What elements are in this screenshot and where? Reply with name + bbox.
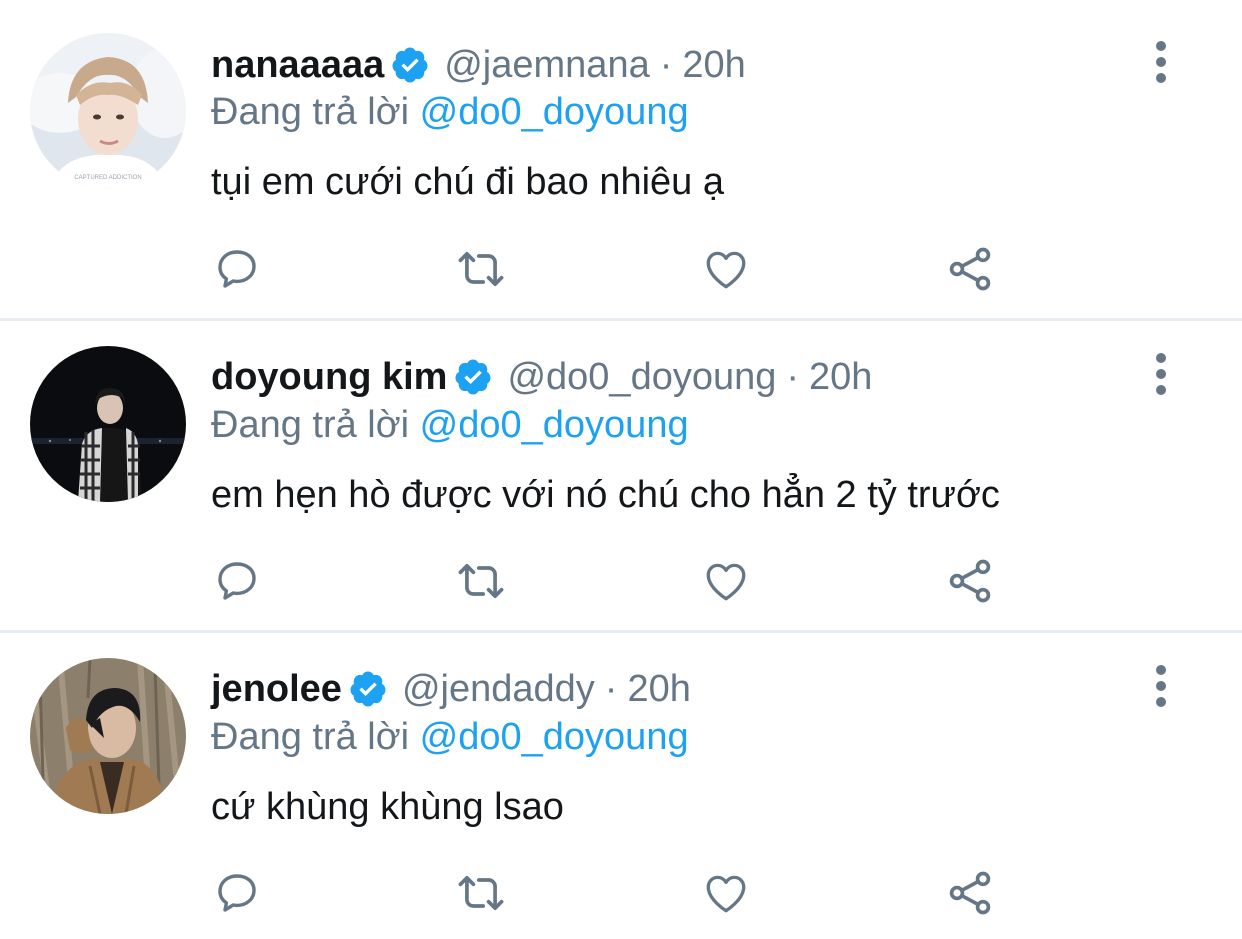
avatar-photo: CAPTURED ADDICTION (30, 33, 186, 189)
avatar[interactable] (30, 346, 186, 502)
reply-button[interactable] (211, 243, 263, 295)
mention-link[interactable]: @do0_doyoung (420, 404, 689, 446)
verified-badge-icon (348, 669, 388, 709)
more-options-button[interactable] (1145, 40, 1177, 84)
timestamp[interactable]: 20h (627, 668, 690, 711)
separator: · (604, 667, 618, 710)
share-button[interactable] (944, 555, 996, 607)
mention-link[interactable]: @do0_doyoung (420, 716, 689, 758)
avatar-watermark: CAPTURED ADDICTION (74, 175, 141, 181)
replying-label: Đang trả lời (211, 91, 410, 133)
more-vertical-icon (1156, 665, 1166, 707)
avatar-photo (30, 346, 186, 502)
replying-label: Đang trả lời (211, 404, 410, 446)
replying-to: Đang trả lời @do0_doyoung (211, 716, 689, 759)
tweet-text: em hẹn hò được với nó chú cho hẳn 2 tỷ t… (211, 474, 1000, 516)
timestamp[interactable]: 20h (682, 44, 745, 87)
share-button[interactable] (944, 867, 996, 919)
retweet-icon (458, 563, 504, 599)
more-options-button[interactable] (1145, 664, 1177, 708)
tweet-header: doyoung kim @do0_doyoung · 20h (211, 351, 872, 403)
user-handle[interactable]: @jendaddy (402, 668, 595, 711)
share-icon (949, 559, 991, 603)
share-icon (949, 871, 991, 915)
like-button[interactable] (700, 555, 752, 607)
timestamp[interactable]: 20h (809, 356, 872, 399)
tweet-text: tụi em cưới chú đi bao nhiêu ạ (211, 161, 724, 203)
separator: · (659, 43, 673, 86)
tweet-header: jenolee @jendaddy · 20h (211, 663, 691, 715)
retweet-icon (458, 875, 504, 911)
avatar[interactable]: CAPTURED ADDICTION (30, 33, 186, 189)
verified-badge-icon (453, 357, 493, 397)
verified-badge-icon (390, 45, 430, 85)
reply-bubble-icon (218, 562, 256, 600)
reply-button[interactable] (211, 555, 263, 607)
user-handle[interactable]: @do0_doyoung (507, 356, 776, 399)
display-name[interactable]: doyoung kim (211, 356, 447, 399)
heart-icon (706, 251, 746, 289)
avatar[interactable] (30, 658, 186, 814)
like-button[interactable] (700, 867, 752, 919)
like-button[interactable] (700, 243, 752, 295)
tweet-header: nanaaaaa @jaemnana · 20h (211, 39, 746, 91)
replying-to: Đang trả lời @do0_doyoung (211, 91, 689, 134)
separator: · (786, 355, 800, 398)
retweet-button[interactable] (455, 867, 507, 919)
share-icon (949, 247, 991, 291)
retweet-button[interactable] (455, 243, 507, 295)
tweet-1[interactable]: CAPTURED ADDICTION nanaaaaa @jaemnana · … (0, 0, 1242, 320)
tweet-3[interactable]: jenolee @jendaddy · 20h Đang trả lời @do… (0, 633, 1242, 939)
mention-link[interactable]: @do0_doyoung (420, 91, 689, 133)
user-handle[interactable]: @jaemnana (444, 44, 649, 87)
replying-label: Đang trả lời (211, 716, 410, 758)
retweet-icon (458, 251, 504, 287)
reply-bubble-icon (218, 250, 256, 288)
display-name[interactable]: jenolee (211, 668, 342, 711)
retweet-button[interactable] (455, 555, 507, 607)
reply-bubble-icon (218, 874, 256, 912)
display-name[interactable]: nanaaaaa (211, 44, 384, 87)
more-vertical-icon (1156, 353, 1166, 395)
more-vertical-icon (1156, 41, 1166, 83)
avatar-photo (30, 658, 186, 814)
heart-icon (706, 563, 746, 601)
tweet-text: cứ khùng khùng lsao (211, 786, 564, 828)
heart-icon (706, 875, 746, 913)
tweet-2[interactable]: doyoung kim @do0_doyoung · 20h Đang trả … (0, 321, 1242, 631)
share-button[interactable] (944, 243, 996, 295)
replying-to: Đang trả lời @do0_doyoung (211, 404, 689, 447)
reply-button[interactable] (211, 867, 263, 919)
more-options-button[interactable] (1145, 352, 1177, 396)
